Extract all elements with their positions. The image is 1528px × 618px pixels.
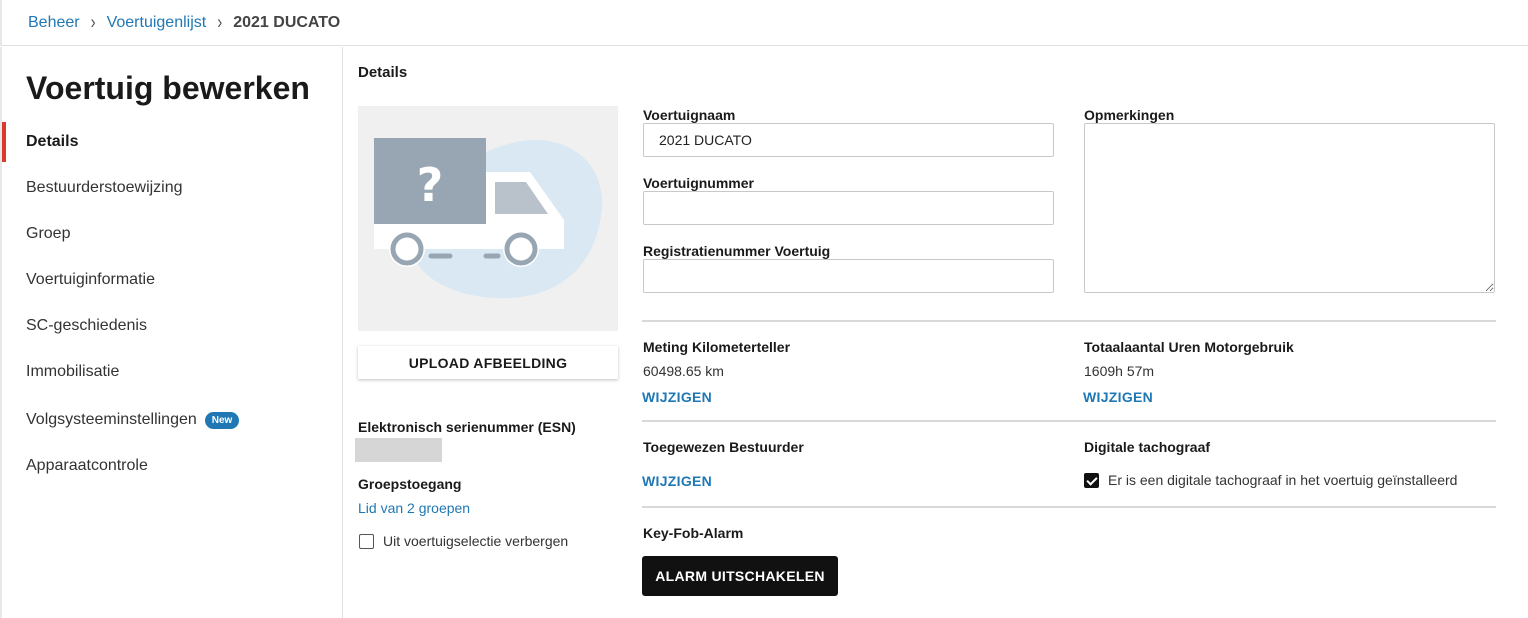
sidebar-item-apparaatcontrole[interactable]: Apparaatcontrole xyxy=(2,446,342,486)
sidebar-item-label: Volgsysteeminstellingen xyxy=(26,411,197,428)
hide-from-selection-checkbox[interactable] xyxy=(359,534,374,549)
breadcrumb-link-voertuigenlijst[interactable]: Voertuigenlijst xyxy=(107,14,207,32)
breadcrumb-current: 2021 DUCATO xyxy=(233,13,341,31)
remarks-label: Opmerkingen xyxy=(1084,107,1175,123)
sidebar-item-label: Details xyxy=(26,133,79,150)
registration-number-label: Registratienummer Voertuig xyxy=(643,243,831,259)
sidebar-item-label: Groep xyxy=(26,225,71,242)
sidebar-item-details[interactable]: Details xyxy=(2,122,342,162)
sidebar-item-bestuurderstoewijzing[interactable]: Bestuurderstoewijzing xyxy=(2,168,342,208)
tachograph-checkbox[interactable] xyxy=(1084,473,1099,488)
tachograph-checkbox-label: Er is een digitale tachograaf in het voe… xyxy=(1108,472,1458,488)
odometer-label: Meting Kilometerteller xyxy=(643,339,791,355)
sidebar-item-label: SC-geschiedenis xyxy=(26,317,147,334)
page-title: Voertuig bewerken xyxy=(26,70,310,106)
vehicle-name-input[interactable] xyxy=(643,123,1054,157)
divider xyxy=(642,420,1496,422)
upload-image-button[interactable]: UPLOAD AFBEELDING xyxy=(358,346,618,379)
engine-hours-edit-button[interactable]: WIJZIGEN xyxy=(1083,389,1153,405)
sidebar-item-label: Voertuiginformatie xyxy=(26,271,155,288)
vehicle-number-label: Voertuignummer xyxy=(643,175,754,191)
registration-number-input[interactable] xyxy=(643,259,1054,293)
sidebar-item-label: Apparaatcontrole xyxy=(26,457,148,474)
vehicle-name-label: Voertuignaam xyxy=(643,107,736,123)
hide-from-selection-label: Uit voertuigselectie verbergen xyxy=(383,533,569,549)
section-title: Details xyxy=(358,64,408,81)
vehicle-image-placeholder: ? xyxy=(358,106,618,331)
odometer-edit-button[interactable]: WIJZIGEN xyxy=(642,389,712,405)
remarks-textarea[interactable] xyxy=(1084,123,1495,293)
chevron-right-icon: › xyxy=(217,11,223,34)
vehicle-number-input[interactable] xyxy=(643,191,1054,225)
assigned-driver-label: Toegewezen Bestuurder xyxy=(643,439,804,455)
odometer-value: 60498.65 km xyxy=(643,363,724,379)
group-access-label: Groepstoegang xyxy=(358,476,462,492)
sidebar-item-volgsysteeminstellingen[interactable]: Volgsysteeminstellingen New xyxy=(2,400,342,440)
chevron-right-icon: › xyxy=(90,11,96,34)
sidebar-item-voertuiginformatie[interactable]: Voertuiginformatie xyxy=(2,260,342,300)
divider xyxy=(642,506,1496,508)
engine-hours-value: 1609h 57m xyxy=(1084,363,1155,379)
assigned-driver-edit-button[interactable]: WIJZIGEN xyxy=(642,473,712,489)
breadcrumb: Beheer › Voertuigenlijst › 2021 DUCATO xyxy=(0,0,1528,46)
sidebar-item-sc-geschiedenis[interactable]: SC-geschiedenis xyxy=(2,306,342,346)
esn-value-redacted xyxy=(355,438,442,462)
keyfob-label: Key-Fob-Alarm xyxy=(643,525,744,541)
breadcrumb-link-beheer[interactable]: Beheer xyxy=(28,14,80,32)
sidebar-item-label: Bestuurderstoewijzing xyxy=(26,179,183,196)
truck-placeholder-icon: ? xyxy=(374,138,603,299)
divider xyxy=(642,320,1496,322)
new-badge: New xyxy=(204,411,240,429)
disable-alarm-button[interactable]: ALARM UITSCHAKELEN xyxy=(642,556,838,596)
sidebar: Voertuig bewerken Details Bestuurderstoe… xyxy=(0,47,343,618)
engine-hours-label: Totaalaantal Uren Motorgebruik xyxy=(1084,339,1294,355)
sidebar-item-groep[interactable]: Groep xyxy=(2,214,342,254)
sidebar-item-label: Immobilisatie xyxy=(26,363,120,380)
tachograph-label: Digitale tachograaf xyxy=(1084,439,1211,455)
group-membership-link[interactable]: Lid van 2 groepen xyxy=(358,500,470,516)
sidebar-item-immobilisatie[interactable]: Immobilisatie xyxy=(2,352,342,392)
esn-label: Elektronisch serienummer (ESN) xyxy=(358,419,576,435)
svg-text:?: ? xyxy=(417,158,444,212)
